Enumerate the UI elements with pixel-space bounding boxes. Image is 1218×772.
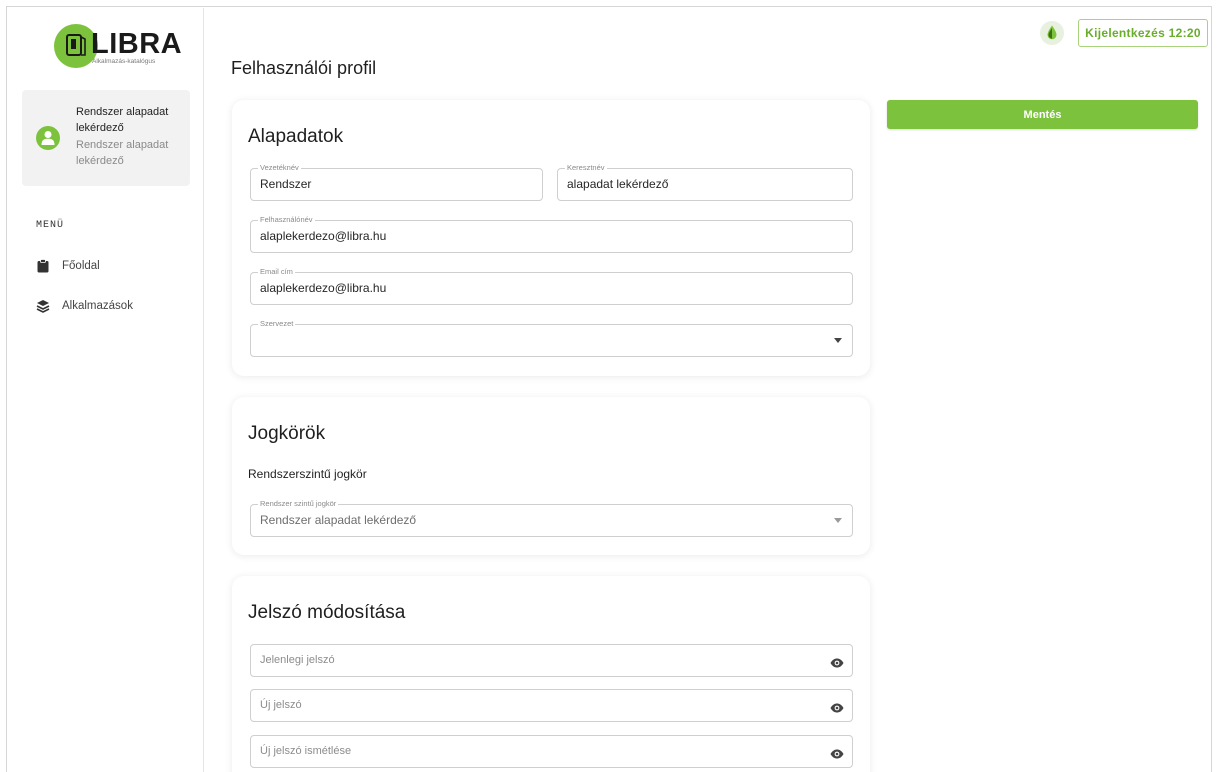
organization-select[interactable]: Szervezet: [250, 319, 853, 357]
field-label: Keresztnév: [565, 163, 607, 173]
save-button[interactable]: Mentés: [887, 100, 1198, 129]
field-label: Vezetéknév: [258, 163, 301, 173]
field-label: Felhasználónév: [258, 215, 315, 225]
clipboard-icon: [36, 259, 50, 273]
eye-icon[interactable]: [830, 746, 844, 764]
nav-item-home[interactable]: Főoldal: [36, 256, 100, 276]
user-name: Rendszer alapadat lekérdező: [76, 106, 169, 134]
logout-button[interactable]: Kijelentkezés 12:20: [1078, 19, 1208, 47]
first-name-field[interactable]: Keresztnév alapadat lekérdező: [557, 163, 853, 201]
field-value: alapadat lekérdező: [567, 177, 669, 191]
card-title: Alapadatok: [248, 126, 344, 147]
eye-icon[interactable]: [830, 655, 844, 673]
eye-icon[interactable]: [830, 700, 844, 718]
username-field[interactable]: Felhasználónév alaplekerdezo@libra.hu: [250, 215, 853, 253]
brand-subtitle: Alkalmazás-katalógus: [92, 58, 156, 65]
page-title: Felhasználói profil: [231, 58, 377, 78]
field-value: Rendszer alapadat lekérdező: [260, 513, 417, 527]
new-password-field[interactable]: Új jelszó: [250, 689, 853, 722]
roles-card: Jogkörök Rendszerszintű jogkör Rendszer …: [232, 397, 870, 555]
current-password-field[interactable]: Jelenlegi jelszó: [250, 644, 853, 677]
last-name-field[interactable]: Vezetéknév Rendszer: [250, 163, 543, 201]
user-icon: [36, 126, 60, 150]
card-title: Jelszó módosítása: [248, 602, 406, 623]
field-label: Email cím: [258, 267, 295, 277]
drop-icon[interactable]: [1040, 21, 1064, 45]
basic-data-card: Alapadatok Vezetéknév Rendszer Keresztné…: [232, 100, 870, 376]
password-card: Jelszó módosítása Jelenlegi jelszó Új je…: [232, 576, 870, 772]
field-label: Szervezet: [258, 319, 296, 329]
field-value: Rendszer: [260, 177, 312, 191]
field-value: alaplekerdezo@libra.hu: [260, 229, 387, 243]
nav-item-applications[interactable]: Alkalmazások: [36, 296, 133, 316]
field-placeholder: Új jelszó: [260, 699, 302, 711]
menu-label: MENÜ: [36, 220, 65, 231]
user-role: Rendszer alapadat lekérdező: [76, 139, 169, 167]
sidebar: LIBRA Alkalmazás-katalógus Rendszer alap…: [8, 8, 204, 772]
chevron-down-icon: [834, 518, 842, 523]
repeat-password-field[interactable]: Új jelszó ismétlése: [250, 735, 853, 768]
brand-name: LIBRA: [91, 28, 183, 60]
brand-logo[interactable]: LIBRA Alkalmazás-katalógus: [54, 24, 184, 80]
field-label: Rendszer szintű jogkör: [258, 499, 339, 509]
user-card[interactable]: Rendszer alapadat lekérdező Rendszer ala…: [22, 90, 190, 186]
nav-item-label: Főoldal: [62, 260, 100, 272]
card-title: Jogkörök: [248, 423, 326, 444]
layers-icon: [36, 299, 50, 313]
email-field[interactable]: Email cím alaplekerdezo@libra.hu: [250, 267, 853, 305]
roles-subtitle: Rendszerszintű jogkör: [248, 467, 367, 481]
chevron-down-icon: [834, 338, 842, 343]
field-placeholder: Jelenlegi jelszó: [260, 654, 335, 666]
field-value: alaplekerdezo@libra.hu: [260, 281, 387, 295]
nav-item-label: Alkalmazások: [62, 300, 133, 312]
system-role-select[interactable]: Rendszer szintű jogkör Rendszer alapadat…: [250, 499, 853, 537]
field-placeholder: Új jelszó ismétlése: [260, 745, 352, 757]
